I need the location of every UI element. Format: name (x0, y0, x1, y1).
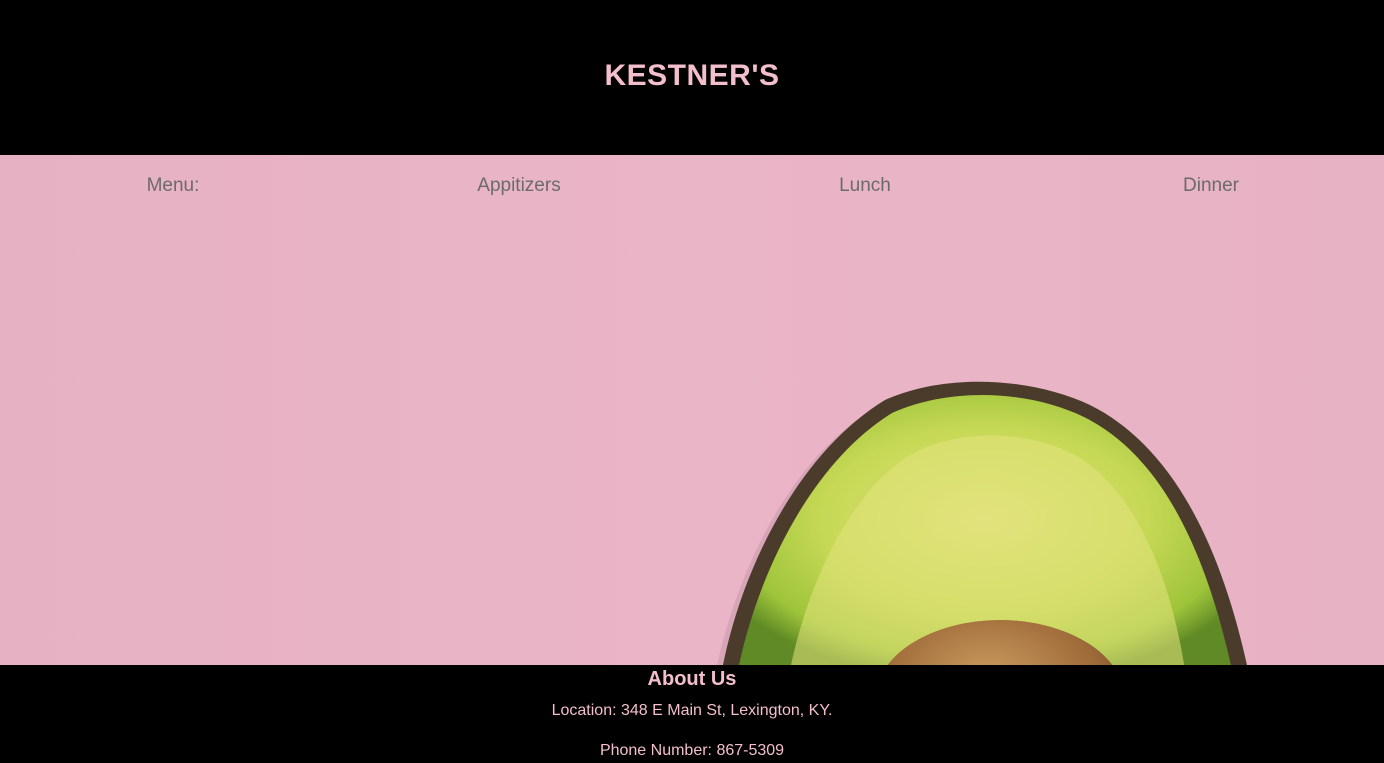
phone-text: Phone Number: 867-5309 (599, 742, 785, 759)
menu-label: Menu: (146, 175, 200, 196)
menu-item-appitizers[interactable]: Appitizers (346, 175, 692, 197)
hero-avocado-image (0, 155, 1384, 665)
about-us-heading: About Us (647, 668, 737, 690)
site-title: KESTNER'S (604, 59, 780, 92)
site-footer: About Us Location: 348 E Main St, Lexing… (0, 665, 1384, 763)
menu-bar: Menu: Appitizers Lunch Dinner (0, 155, 1384, 215)
hero-section: Menu: Appitizers Lunch Dinner (0, 155, 1384, 665)
menu-item-dinner[interactable]: Dinner (1038, 175, 1384, 197)
site-header: KESTNER'S (0, 0, 1384, 155)
menu-item-lunch[interactable]: Lunch (692, 175, 1038, 197)
location-text: Location: 348 E Main St, Lexington, KY. (551, 702, 833, 719)
